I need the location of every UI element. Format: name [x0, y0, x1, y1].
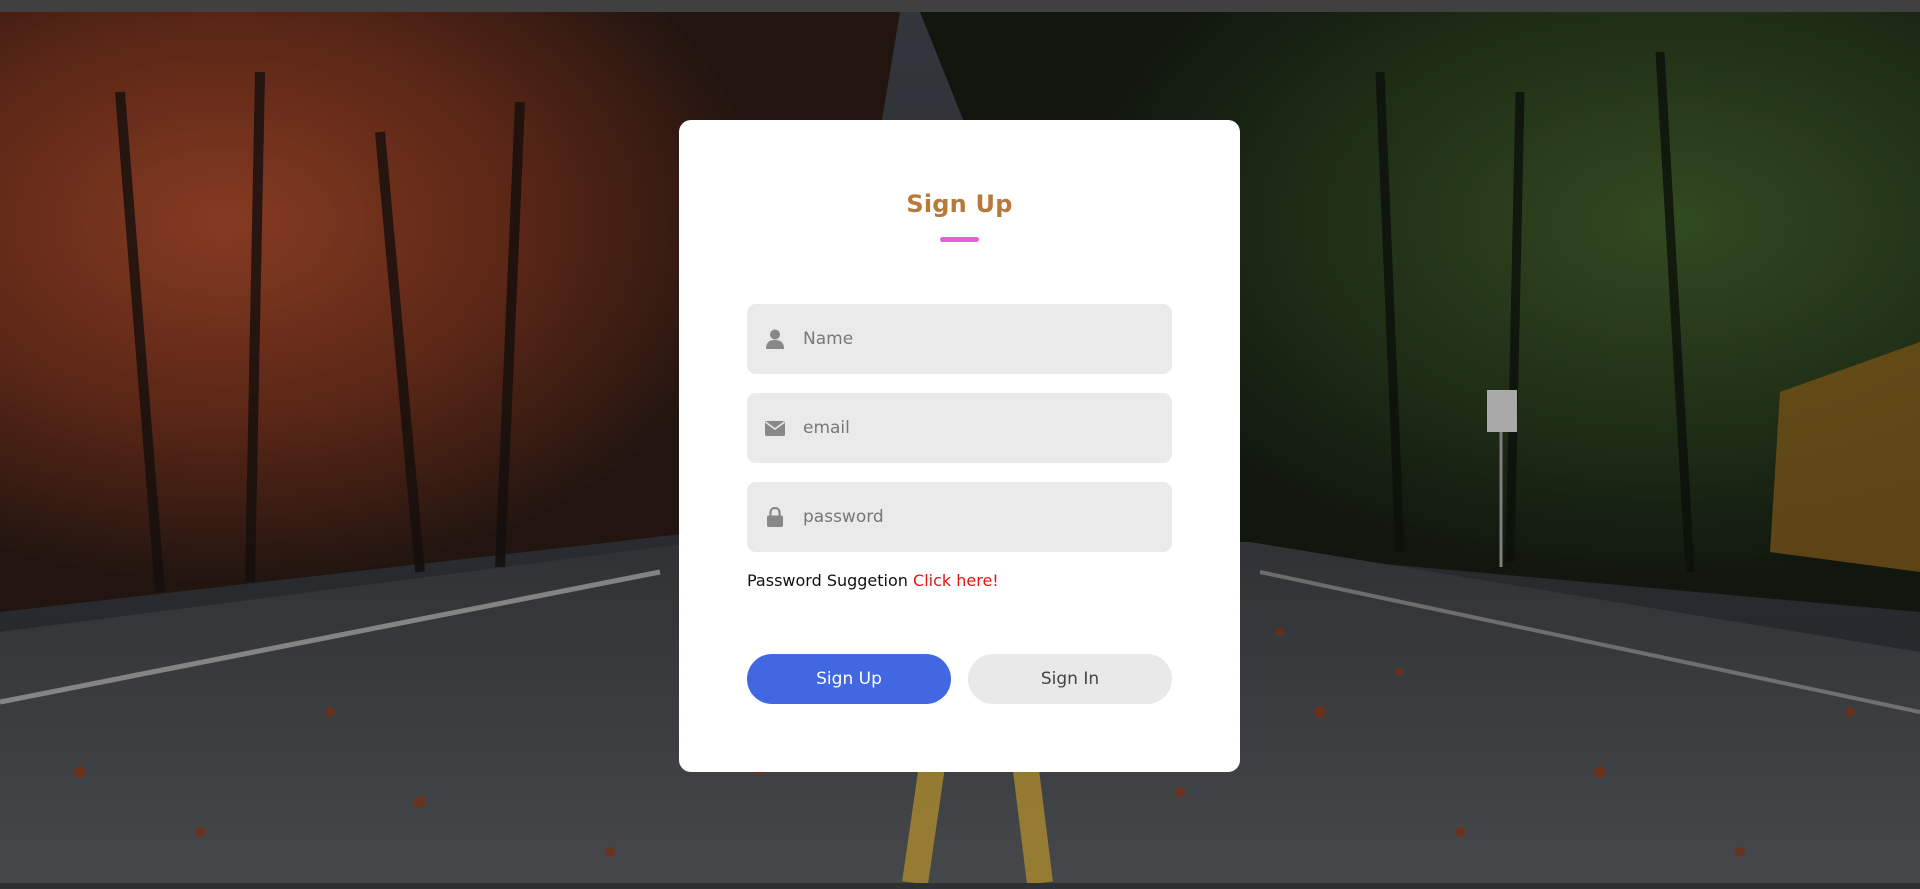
- sign-in-button[interactable]: Sign In: [968, 654, 1172, 704]
- page: Sign Up Name email Password Suggetion Cl…: [0, 0, 1920, 889]
- password-suggestion: Password Suggetion Click here!: [747, 571, 999, 590]
- title-underline: [940, 237, 979, 242]
- name-field[interactable]: [747, 304, 1172, 374]
- form-title: Sign Up: [906, 190, 1013, 218]
- password-input[interactable]: [801, 506, 1145, 528]
- lock-icon: [763, 505, 787, 529]
- bottom-strip: [0, 883, 1920, 889]
- password-suggestion-link[interactable]: Click here!: [913, 571, 999, 590]
- user-icon: [763, 327, 787, 351]
- email-field[interactable]: [747, 393, 1172, 463]
- email-input[interactable]: [801, 417, 1145, 439]
- password-suggestion-text: Password Suggetion: [747, 571, 908, 590]
- password-field[interactable]: [747, 482, 1172, 552]
- signup-card: Sign Up Name email Password Suggetion Cl…: [679, 120, 1240, 772]
- name-input[interactable]: [801, 328, 1145, 350]
- envelope-icon: [763, 416, 787, 440]
- browser-top-strip: [0, 0, 1920, 12]
- sign-up-button[interactable]: Sign Up: [747, 654, 951, 704]
